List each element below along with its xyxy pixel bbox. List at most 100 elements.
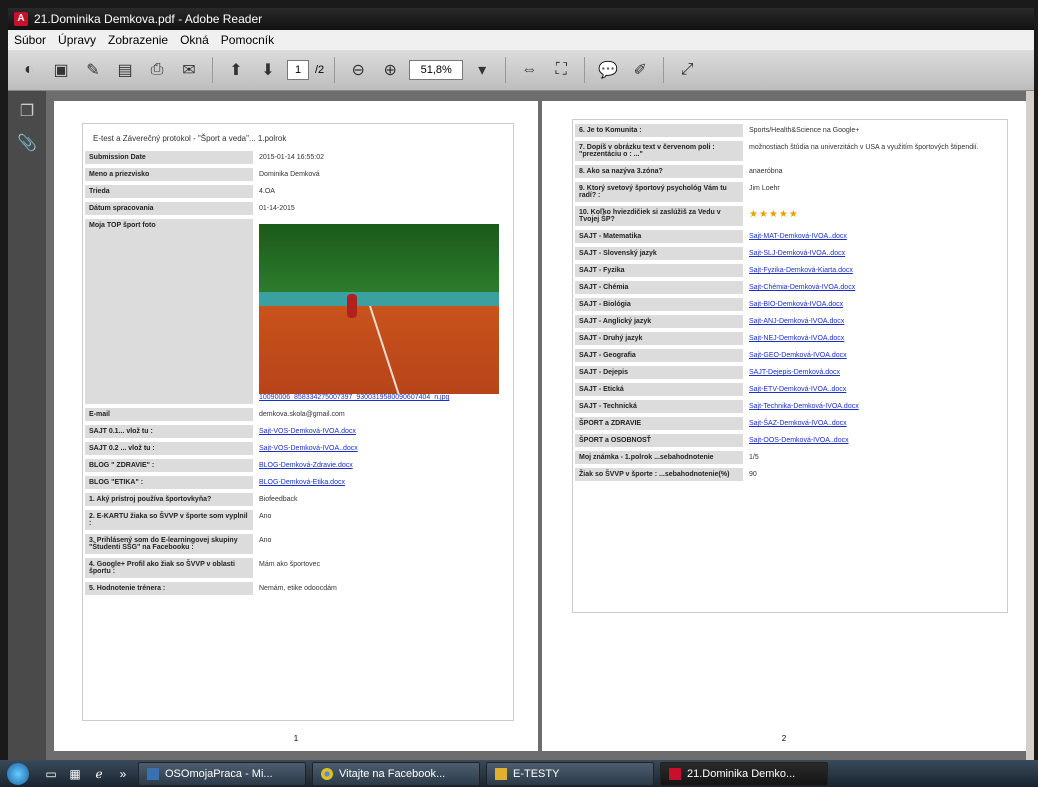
save-icon[interactable]: ▤ [112,57,138,83]
full-screen-icon[interactable]: ⤢ [674,57,700,83]
previous-page-icon[interactable]: ⬆ [223,57,249,83]
email-icon[interactable]: ✉ [176,57,202,83]
photo-link[interactable]: 10090006_858334275007397_930031958009060… [259,394,449,401]
value-text: 2015-01-14 16:55:02 [259,154,324,161]
row-label: Dátum spracovania [85,202,253,215]
value-text: Ano [259,537,272,544]
zoom-out-icon[interactable]: ⊖ [345,57,371,83]
file-link[interactable]: Sajt-BIO-Demková-IVOA.docx [749,301,843,308]
edit-icon[interactable]: ✎ [80,57,106,83]
table-row: Dátum spracovania 01-14-2015 [85,202,511,215]
taskbar-item[interactable]: E-TESTY [486,761,654,786]
row-value: Sajt-ŠAZ-Demková-IVOA..docx [745,417,1005,430]
menu-edit[interactable]: Úpravy [52,33,102,47]
file-link[interactable]: Sajt-ETV-Demková-IVOA..docx [749,386,846,393]
value-text: Jim Loehr [749,185,780,192]
table-row: SAJT - Fyzika Sajt-Fyzika-Demková-Kiarta.… [575,264,1005,277]
file-link[interactable]: Sajt-Fyzika-Demková-Kiarta.docx [749,267,853,274]
internet-explorer-icon[interactable]: ℯ [90,765,108,783]
table-row: BLOG " ZDRAVIE" : BLOG-Demková-Zdravie.do… [85,459,511,472]
row-label: 5. Hodnotenie trénera : [85,582,253,595]
toolbar-divider [584,57,586,83]
table-row: 4. Google+ Profil ako žiak so ŠVVP v obl… [85,558,511,578]
table-row: 10. Koľko hviezdičiek si zaslúžiš za Ved… [575,206,1005,226]
navigation-pane: ❐ 📎 [8,91,46,760]
file-link[interactable]: Sajt-MAT-Demková-IVOA..docx [749,233,847,240]
row-label: SAJT - Druhý jazyk [575,332,743,345]
value-text: demkova.skola@gmail.com [259,411,345,418]
zoom-level-input[interactable]: 51,8% [409,60,464,80]
toolbar-divider [212,57,213,83]
fit-width-icon[interactable]: ⇔ [516,57,542,83]
file-link[interactable]: Sajt-VOS-Demková-IVOA.docx [259,428,356,435]
zoom-in-icon[interactable]: ⊕ [377,57,403,83]
file-link[interactable]: Sajt-GEO-Demková-IVOA.docx [749,352,847,359]
explorer-icon[interactable]: ▦ [66,765,84,783]
adobe-reader-window: A 21.Dominika Demkova.pdf - Adobe Reader… [8,8,1034,760]
show-desktop-icon[interactable]: ▭ [42,765,60,783]
taskbar-item[interactable]: Vitajte na Facebook... [312,761,480,786]
fit-page-icon[interactable]: ⛶ [548,57,574,83]
file-link[interactable]: Sajt-Chémia-Demková-IVOA.docx [749,284,855,291]
print-icon[interactable]: ⎙ [144,57,170,83]
comment-icon[interactable]: 💬 [595,57,621,83]
row-label: SAJT - Biológia [575,298,743,311]
taskbar-item[interactable]: 21.Dominika Demko... [660,761,828,786]
start-button[interactable] [0,760,36,787]
rating-stars: ★★★★★ [749,209,799,220]
highlight-icon[interactable]: ✐ [627,57,653,83]
windows-logo-icon [7,762,29,785]
file-link[interactable]: Sajt-NEJ-Demková-IVOA.docx [749,335,844,342]
table-row: SAJT 0.1... vlož tu : Sajt-VOS-Demková-IV… [85,425,511,438]
file-link[interactable]: SAJT-Dejepis-Demková.docx [749,369,840,376]
row-value: Sajt-Technika-Demková-IVOA.docx [745,400,1005,413]
overflow-chevron-icon[interactable]: » [114,765,132,783]
open-icon[interactable]: ▣ [48,57,74,83]
table-row: E-mail demkova.skola@gmail.com [85,408,511,421]
page-total: /2 [315,64,325,76]
menu-help[interactable]: Pomocník [215,33,280,47]
menu-file[interactable]: Súbor [8,33,52,47]
file-link[interactable]: Sajt-VOS-Demková-IVOA..docx [259,445,358,452]
page-number-input[interactable]: 1 [287,60,309,80]
create-pdf-icon[interactable]: ◐ [16,57,42,83]
menu-view[interactable]: Zobrazenie [102,33,174,47]
row-value: 4.OA [255,185,511,198]
row-value: Sajt-SLJ-Demková-IVOA..docx [745,247,1005,260]
document-area[interactable]: E-test a Záverečný protokol - "Šport a v… [46,91,1026,760]
file-link[interactable]: Sajt-Technika-Demková-IVOA.docx [749,403,859,410]
row-label: 4. Google+ Profil ako žiak so ŠVVP v obl… [85,558,253,578]
row-value: Mám ako športovec [255,558,511,578]
row-label: SAJT - Dejepis [575,366,743,379]
row-value: 2015-01-14 16:55:02 [255,151,511,164]
file-link[interactable]: BLOG-Demková-Etika.docx [259,479,345,486]
file-link[interactable]: Sajt-ANJ-Demková-IVOA.docx [749,318,844,325]
menu-window[interactable]: Okná [174,33,215,47]
table-row: ŠPORT a ZDRAVIE Sajt-ŠAZ-Demková-IVOA..do… [575,417,1005,430]
table-row: SAJT - Anglický jazyk Sajt-ANJ-Demková-IV… [575,315,1005,328]
file-link[interactable]: Sajt-ŠAZ-Demková-IVOA..docx [749,420,847,427]
zoom-dropdown-icon[interactable]: ▾ [469,57,495,83]
table-row: 5. Hodnotenie trénera : Nemám, etike odoo… [85,582,511,595]
row-value: Biofeedback [255,493,511,506]
file-link[interactable]: Sajt-SLJ-Demková-IVOA..docx [749,250,845,257]
taskbar-item[interactable]: OSOmojaPraca - Mi... [138,761,306,786]
row-value: BLOG-Demková-Etika.docx [255,476,511,489]
chrome-icon [321,767,333,780]
pages-icon[interactable]: ❐ [16,101,38,123]
file-link[interactable]: Sajt-OOS-Demková-IVOA..docx [749,437,849,444]
row-label: SAJT - Etická [575,383,743,396]
row-label: BLOG " ZDRAVIE" : [85,459,253,472]
row-value: možnostiach štúdia na univerzitách v USA… [745,141,1005,161]
attachments-icon[interactable]: 📎 [16,133,38,155]
file-link[interactable]: BLOG-Demková-Zdravie.docx [259,462,353,469]
row-label: SAJT 0.2 ... vlož tu : [85,442,253,455]
row-value: Ano [255,534,511,554]
row-label: 10. Koľko hviezdičiek si zaslúžiš za Ved… [575,206,743,226]
table-row: SAJT - Etická Sajt-ETV-Demková-IVOA..docx [575,383,1005,396]
next-page-icon[interactable]: ⬇ [255,57,281,83]
row-value: Sajt-GEO-Demková-IVOA.docx [745,349,1005,362]
row-label: 7. Dopíš v obrázku text v červenom poli … [575,141,743,161]
row-label: SAJT 0.1... vlož tu : [85,425,253,438]
table-row: SAJT - Geografia Sajt-GEO-Demková-IVOA.do… [575,349,1005,362]
